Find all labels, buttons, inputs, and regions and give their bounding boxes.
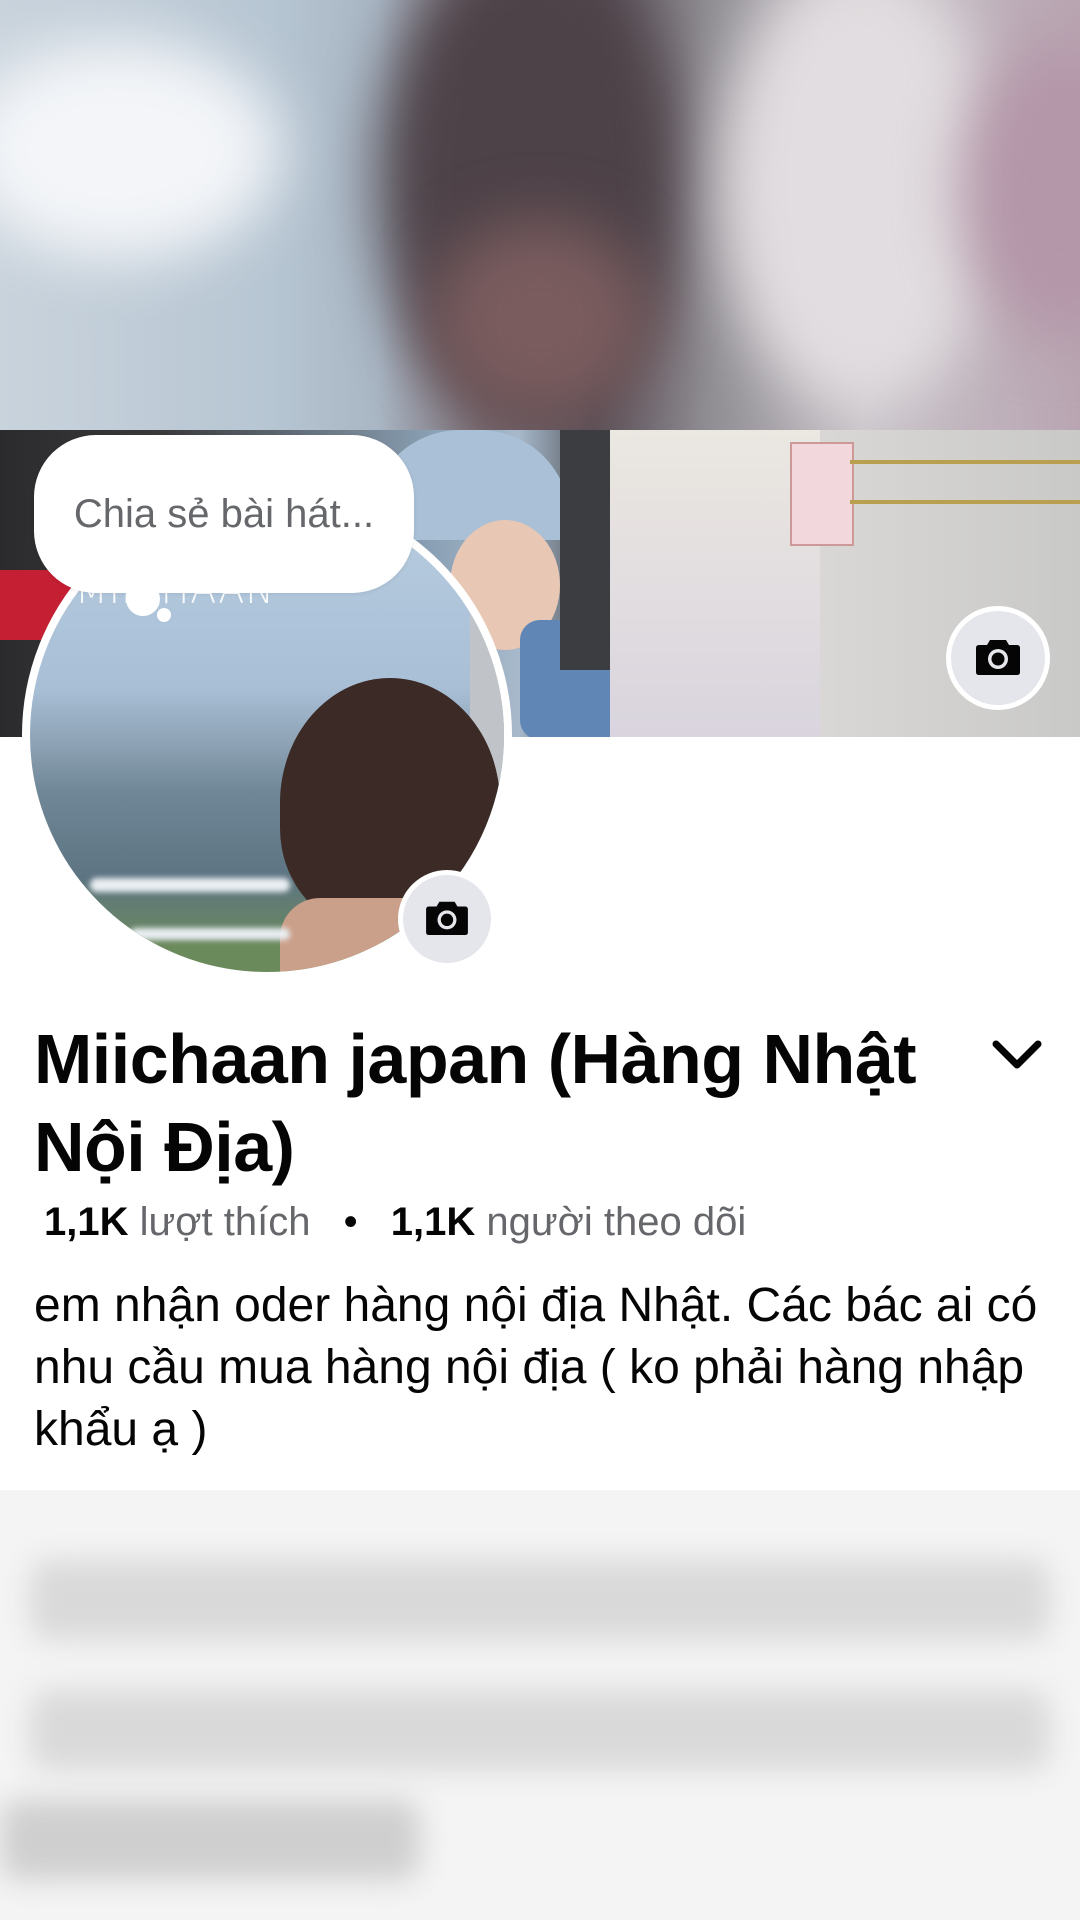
note-bubble-tail [126, 582, 160, 616]
chevron-down-icon [990, 1040, 1044, 1076]
followers-count: 1,1K [390, 1200, 476, 1244]
blur-blob [430, 220, 650, 420]
followers-label: người theo dõi [486, 1200, 747, 1244]
blur-blob [720, 0, 1000, 410]
profile-switch-dropdown[interactable] [990, 1038, 1044, 1077]
blur-blob [0, 40, 280, 260]
blurred-content-area [0, 1490, 1080, 1920]
blurred-header-area [0, 0, 1080, 430]
camera-icon [425, 898, 469, 941]
likes-count: 1,1K [44, 1200, 129, 1244]
camera-icon [975, 636, 1021, 681]
blur-line [30, 1690, 1050, 1770]
likes-label: lượt thích [139, 1200, 311, 1244]
cover-rope [850, 500, 1080, 504]
avatar-wave [130, 928, 290, 940]
blur-line [30, 1560, 1050, 1640]
profile-name-section: Miichaan japan (Hàng Nhật Nội Địa) [34, 1015, 954, 1191]
cover-floral-coat [610, 430, 820, 737]
page-title: Miichaan japan (Hàng Nhật Nội Địa) [34, 1020, 917, 1186]
note-placeholder: Chia sẻ bài hát... [73, 491, 375, 536]
avatar-wave [90, 878, 290, 892]
profile-stats: 1,1K lượt thích • 1,1K người theo dõi [44, 1200, 746, 1245]
stats-separator: • [343, 1200, 358, 1244]
profile-bio: em nhận oder hàng nội địa Nhật. Các bác … [34, 1279, 1038, 1456]
blur-line [0, 1800, 420, 1880]
cover-rope [850, 460, 1080, 464]
cover-sign [790, 442, 854, 546]
edit-avatar-camera-button[interactable] [398, 870, 496, 968]
note-bubble-tail [157, 608, 171, 622]
edit-cover-camera-button[interactable] [946, 606, 1050, 710]
note-bubble[interactable]: Chia sẻ bài hát... [34, 435, 414, 593]
